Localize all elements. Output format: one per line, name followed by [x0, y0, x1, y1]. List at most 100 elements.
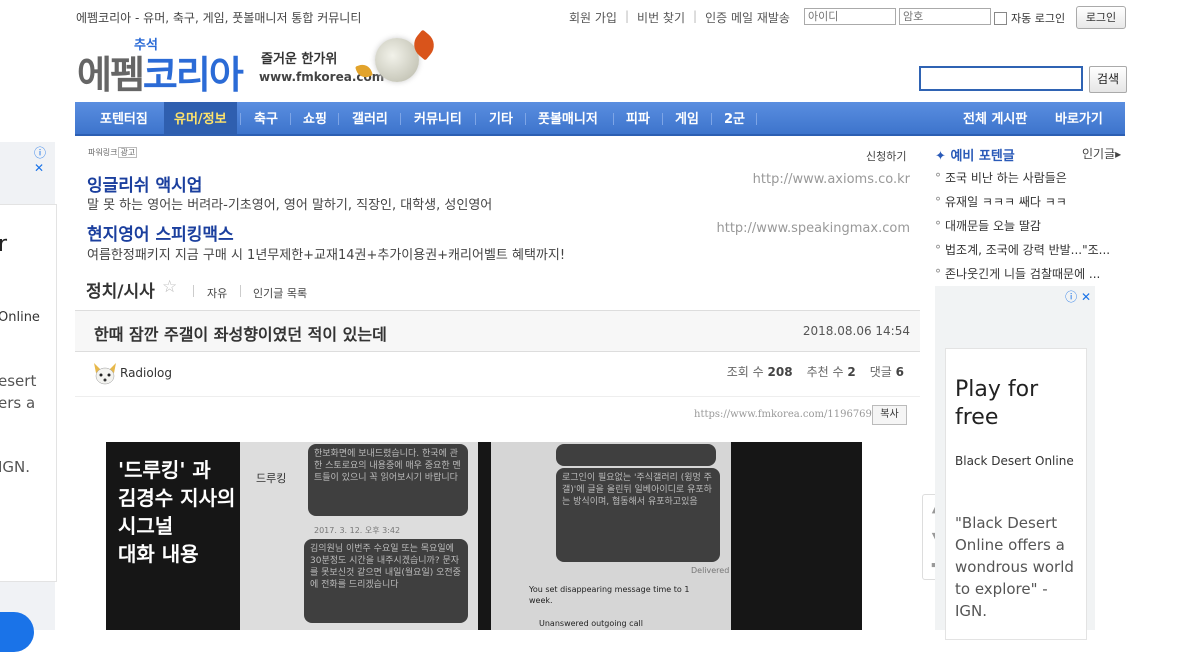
- post-date: 2018.08.06 14:54: [802, 324, 910, 338]
- left-ad-cta-button[interactable]: [0, 612, 34, 652]
- site-name: 에펨코리아 - 유머, 축구, 게임, 풋볼매니저 통합 커뮤니티: [76, 11, 362, 25]
- signup-link[interactable]: 회원 가입: [569, 9, 617, 26]
- site-logo[interactable]: 추석 에펨코리아 즐거운 한가위 www.fmkorea.com: [77, 29, 447, 97]
- post-image: '드루킹' 과 김경수 지사의 시그널 대화 내용 드루킹 한보화면에 보내드렸…: [106, 442, 862, 630]
- nav-item-football-manager[interactable]: 풋볼매니저: [538, 102, 598, 136]
- favorite-star-icon[interactable]: ☆: [162, 277, 177, 297]
- views-stat: 조회 수 208: [727, 363, 793, 380]
- chat-bubble: 한보화면에 보내드렸습니다. 한국에 관한 스토로요의 내용중에 매우 중요한 …: [308, 444, 468, 516]
- resend-auth-mail-link[interactable]: 인증 메일 재발송: [705, 9, 790, 26]
- main-nav: 포텐터짐 유머/정보 축구 쇼핑 갤러리 커뮤니티 기타 풋볼매니저 피파 게임…: [75, 102, 1125, 136]
- divider: [711, 113, 712, 125]
- image-caption: '드루킹' 과 김경수 지사의 시그널 대화 내용: [118, 456, 235, 568]
- divider: [240, 113, 241, 125]
- rank-item[interactable]: 법조계, 조국에 강력 반발..."조...: [935, 241, 1120, 258]
- nav-item-poten[interactable]: 포텐터짐: [100, 102, 148, 136]
- auto-login-checkbox[interactable]: [994, 11, 1007, 25]
- divider: [338, 113, 339, 125]
- left-ad[interactable]: ⓘ ✕ r Online esert ers a IGN.: [0, 142, 57, 652]
- author-row: Radiolog 조회 수 208 추천 수 2 댓글 6: [75, 352, 920, 397]
- avatar[interactable]: [92, 361, 118, 387]
- left-ad-name: Online: [0, 310, 40, 325]
- rank-title[interactable]: ✦ 예비 포텐글: [935, 145, 1015, 164]
- ad-info-close-icon[interactable]: ⓘ ✕: [1065, 288, 1091, 305]
- post-stats: 조회 수 208 추천 수 2 댓글 6: [727, 363, 904, 380]
- chat-screenshot-1: 드루킹 한보화면에 보내드렸습니다. 한국에 관한 스토로요의 내용중에 매우 …: [240, 442, 478, 630]
- left-ad-source: IGN.: [0, 458, 31, 476]
- nav-item-shopping[interactable]: 쇼핑: [303, 102, 327, 136]
- chevron-right-icon: ▸: [1115, 147, 1122, 161]
- ad-url[interactable]: http://www.speakingmax.com: [716, 221, 910, 236]
- divider: |: [624, 9, 630, 23]
- author-name[interactable]: Radiolog: [120, 366, 172, 380]
- rank-more-link[interactable]: 인기글▸: [1082, 145, 1121, 162]
- likes-label: 추천 수: [806, 365, 844, 379]
- caption-line: 시그널: [118, 514, 174, 538]
- login-id-input[interactable]: [804, 8, 896, 25]
- nav-shortcuts[interactable]: 바로가기: [1055, 102, 1103, 136]
- top-links: 회원 가입 | 비번 찾기 | 인증 메일 재발송: [569, 9, 790, 26]
- right-ad[interactable]: ⓘ ✕ Play for free Black Desert Online "B…: [935, 286, 1095, 640]
- search-button[interactable]: 검색: [1089, 66, 1127, 93]
- logo-tagline: 즐거운 한가위: [261, 52, 338, 67]
- chat-bubble: 김의원님 이번주 수요일 또는 목요일에 30분정도 시간을 내주시겠습니까? …: [304, 539, 468, 623]
- ad-description: 말 못 하는 영어는 버려라-기초영어, 영어 말하기, 직장인, 대학생, 성…: [87, 198, 493, 213]
- top-bar: 에펨코리아 - 유머, 축구, 게임, 풋볼매니저 통합 커뮤니티 회원 가입 …: [0, 0, 1200, 34]
- chat-sender: 드루킹: [256, 472, 287, 485]
- powerlink-text: 파워링크: [88, 148, 118, 157]
- right-ad-name: Black Desert Online: [955, 454, 1074, 468]
- views-label: 조회 수: [726, 365, 764, 379]
- nav-item-soccer[interactable]: 축구: [254, 102, 278, 136]
- board-link-free[interactable]: 자유: [207, 285, 227, 301]
- ad-title[interactable]: 잉글리쉬 액시업: [87, 171, 202, 196]
- nav-item-community[interactable]: 커뮤니티: [414, 102, 462, 136]
- ad-url[interactable]: http://www.axioms.co.kr: [753, 172, 910, 187]
- ad-title[interactable]: 현지영어 스피킹맥스: [87, 220, 234, 245]
- full-moon-icon: [375, 38, 419, 82]
- find-password-link[interactable]: 비번 찾기: [637, 9, 685, 26]
- rank-item[interactable]: 존나웃긴게 니들 검찰때문에 ...: [935, 265, 1120, 282]
- right-ad-quote: "Black Desert Online offers a wondrous w…: [955, 514, 1074, 620]
- copy-url-button[interactable]: 복사: [872, 405, 907, 425]
- comments-count: 6: [895, 365, 904, 379]
- chat-bubble-top: [556, 444, 716, 466]
- nav-item-etc[interactable]: 기타: [489, 102, 513, 136]
- caption-line: 김경수 지사의: [118, 486, 236, 510]
- comments-stat[interactable]: 댓글 6: [870, 363, 904, 380]
- divider: [193, 285, 194, 297]
- nav-item-game[interactable]: 게임: [675, 102, 699, 136]
- post-url[interactable]: https://www.fmkorea.com/1196769696: [694, 409, 891, 420]
- board-link-popular[interactable]: 인기글 목록: [253, 285, 307, 301]
- system-message: You set disappearing message time to 1 w…: [529, 585, 690, 605]
- logo-text-a: 에펨: [77, 53, 145, 97]
- right-ad-headline: Play for free: [955, 377, 1039, 430]
- auto-login-label: 자동 로그인: [1011, 12, 1066, 25]
- rank-item[interactable]: 유재일 ㅋㅋㅋ 쌔다 ㅋㅋ: [935, 193, 1120, 210]
- nav-item-fifa[interactable]: 피파: [626, 102, 650, 136]
- chat-bubble: 로그인이 필요없는 '주식갤러리 (윙멍 주갤)'에 글을 올린뒤 일베아이디로…: [556, 468, 720, 562]
- search-input[interactable]: [919, 66, 1083, 91]
- caption-line: '드루킹' 과: [118, 458, 211, 482]
- powerlink-label: 파워링크 광고: [87, 147, 138, 158]
- delivered-label: Delivered: [691, 566, 730, 575]
- divider: |: [693, 9, 698, 23]
- ad-info-close-icon[interactable]: ⓘ ✕: [34, 144, 55, 175]
- left-ad-quote: esert ers a: [0, 372, 37, 412]
- nav-item-humor[interactable]: 유머/정보: [164, 102, 237, 136]
- chat-screenshot-2: 로그인이 필요없는 '주식갤러리 (윙멍 주갤)'에 글을 올린뒤 일베아이디로…: [491, 442, 731, 630]
- powerlink-apply-link[interactable]: 신청하기: [866, 148, 906, 164]
- nav-all-boards[interactable]: 전체 게시판: [963, 102, 1027, 136]
- nav-item-2nd-team[interactable]: 2군: [724, 102, 745, 136]
- login-button[interactable]: 로그인: [1076, 6, 1126, 29]
- rank-icon: ✦: [935, 149, 946, 164]
- board-title[interactable]: 정치/시사: [86, 277, 155, 302]
- post-title[interactable]: 한때 잠깐 주갤이 좌성향이였던 적이 있는데: [94, 321, 387, 345]
- divider: [400, 113, 401, 125]
- rank-item[interactable]: 조국 비난 하는 사람들은: [935, 169, 1120, 186]
- login-password-input[interactable]: [899, 8, 991, 25]
- divider: [756, 113, 757, 125]
- ad-description: 여름한정패키지 지금 구매 시 1년무제한+교재14권+추가이용권+캐리어벨트 …: [87, 248, 566, 263]
- rank-item[interactable]: 대깨문들 오늘 딸감: [935, 217, 1120, 234]
- nav-item-gallery[interactable]: 갤러리: [352, 102, 388, 136]
- auto-login[interactable]: 자동 로그인: [994, 10, 1065, 26]
